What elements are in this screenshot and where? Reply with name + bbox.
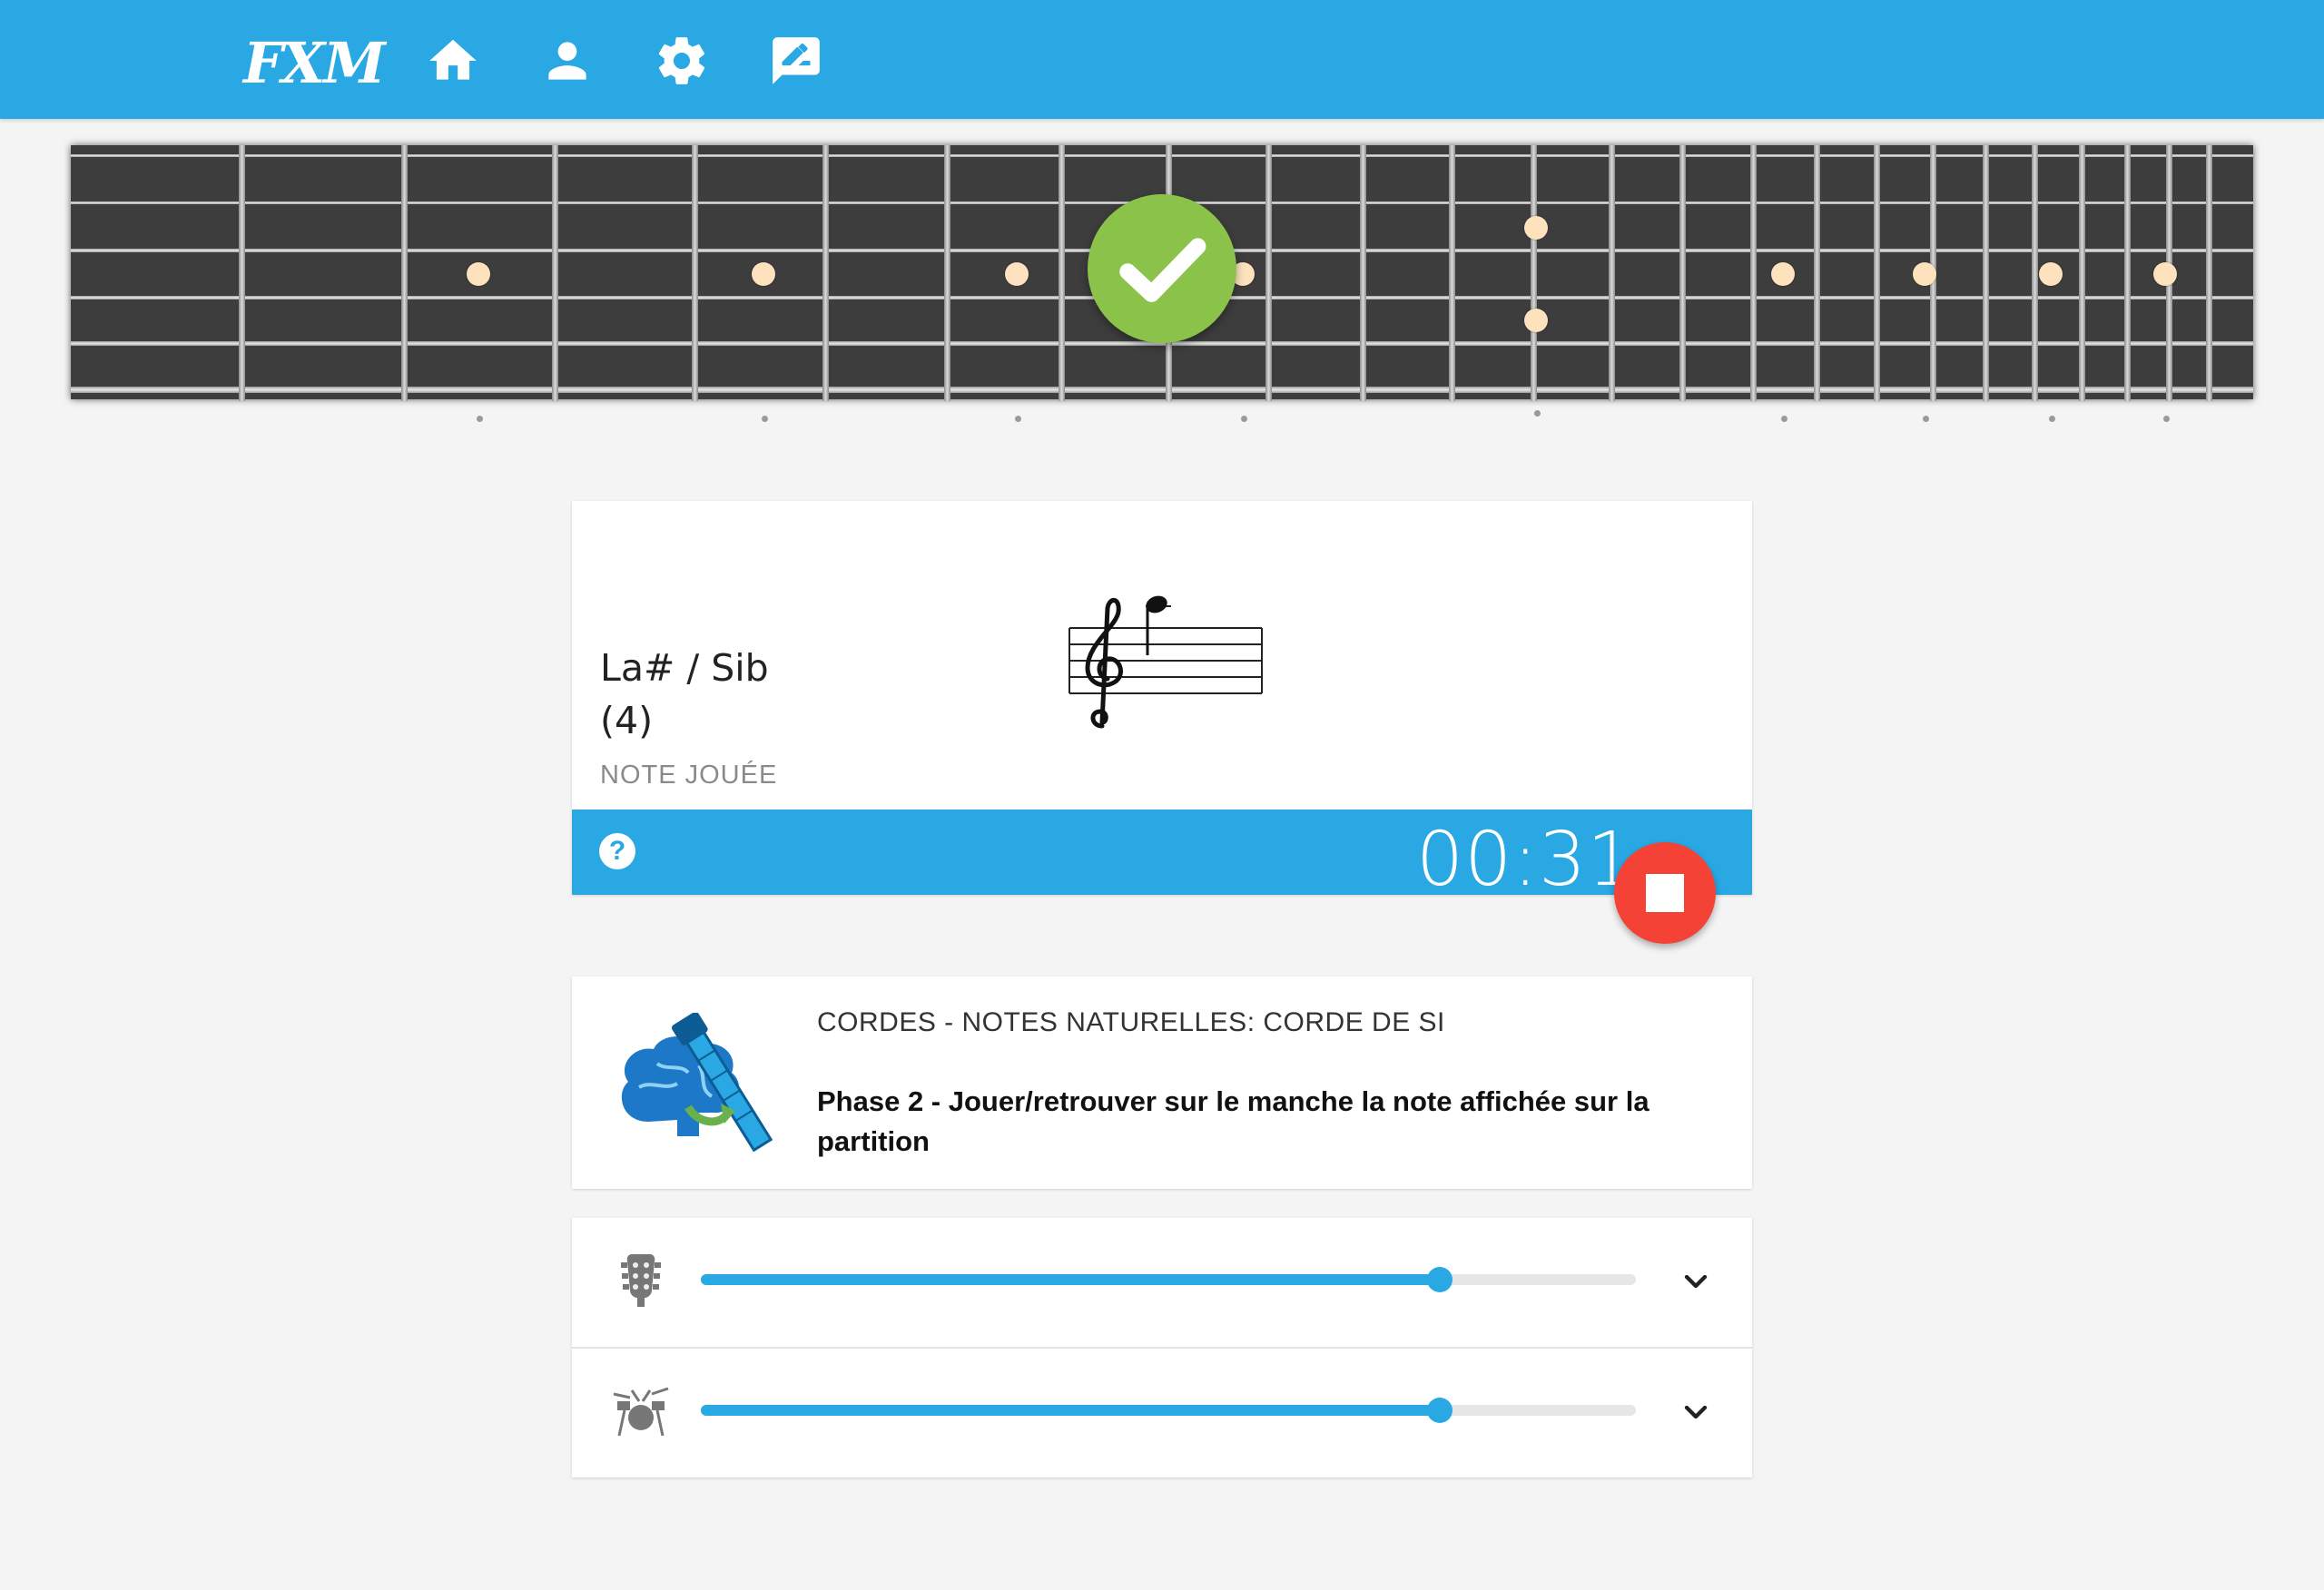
stop-icon: [1646, 874, 1684, 912]
fret: [239, 145, 245, 401]
fret: [944, 145, 950, 401]
fret-marker: [2153, 262, 2177, 286]
check-icon: [1088, 194, 1236, 343]
guitar-volume-slider[interactable]: [701, 1267, 1636, 1292]
note-card: La# / Sib (4) NOTE JOUÉE ? 00:31: [572, 501, 1752, 903]
fret: [1360, 145, 1366, 401]
fret: [1609, 145, 1615, 401]
fret-marker: [752, 262, 775, 286]
volume-card: [572, 1218, 1752, 1477]
string-6: [71, 387, 2253, 393]
fret-marker: [1913, 262, 1936, 286]
brain-guitar-icon: [621, 1013, 773, 1153]
fret: [1814, 145, 1820, 401]
fret: [2206, 145, 2212, 401]
fret: [1750, 145, 1757, 401]
treble-clef-staff: [1068, 595, 1263, 729]
help-icon[interactable]: ?: [599, 833, 635, 869]
fret: [692, 145, 698, 401]
fret: [2079, 145, 2085, 401]
side-marker: [1923, 416, 1929, 422]
side-marker: [477, 416, 483, 422]
exercise-title: CORDES - NOTES NATURELLES: CORDE DE SI: [817, 1007, 1445, 1037]
side-marker: [762, 416, 768, 422]
fret: [1059, 145, 1065, 401]
side-marker: [2049, 416, 2055, 422]
drum-kit-icon: [613, 1387, 669, 1437]
fret-marker: [467, 262, 490, 286]
note-caption: NOTE JOUÉE: [600, 761, 778, 790]
side-marker: [2163, 416, 2170, 422]
guitar-headstock-icon: [621, 1254, 661, 1307]
home-icon[interactable]: [425, 33, 481, 89]
fret: [552, 145, 558, 401]
fret: [1265, 145, 1272, 401]
slider-thumb[interactable]: [1426, 1267, 1452, 1292]
fret: [822, 145, 829, 401]
timer-bar: ? 00:31: [572, 810, 1752, 903]
fret-marker: [1524, 216, 1548, 240]
exercise-description: Phase 2 - Jouer/retrouver sur le manche …: [817, 1085, 1649, 1157]
drums-volume-slider[interactable]: [701, 1398, 1636, 1423]
guitar-volume-row: [572, 1218, 1752, 1349]
note-name: La# / Sib: [600, 646, 769, 690]
fret: [401, 145, 408, 401]
settings-icon[interactable]: [654, 33, 710, 89]
top-app-bar: FXM: [0, 0, 2324, 119]
side-marker: [1781, 416, 1787, 422]
account-icon[interactable]: [539, 33, 596, 89]
fret: [1679, 145, 1686, 401]
slider-fill: [701, 1405, 1440, 1416]
drums-volume-row: [572, 1349, 1752, 1477]
fret: [1531, 145, 1537, 401]
chevron-down-icon[interactable]: [1678, 1394, 1714, 1430]
fret: [2032, 145, 2038, 401]
side-marker: [1241, 416, 1247, 422]
fret: [1983, 145, 1989, 401]
chevron-down-icon[interactable]: [1678, 1263, 1714, 1300]
fret: [1449, 145, 1455, 401]
timer-display: 00:31: [1416, 817, 1636, 903]
string-1: [71, 154, 2253, 157]
app-logo[interactable]: FXM: [243, 27, 386, 100]
fret: [1874, 145, 1880, 401]
stop-button[interactable]: [1614, 842, 1716, 944]
side-marker: [1534, 410, 1541, 417]
exercise-card: CORDES - NOTES NATURELLES: CORDE DE SI P…: [572, 977, 1752, 1189]
fret-marker: [1771, 262, 1795, 286]
fret-marker: [1524, 309, 1548, 332]
feedback-icon[interactable]: [768, 33, 824, 89]
slider-thumb[interactable]: [1426, 1398, 1452, 1423]
fret: [2124, 145, 2131, 401]
fret-marker: [1005, 262, 1029, 286]
fret-marker: [2039, 262, 2063, 286]
side-marker: [1015, 416, 1021, 422]
note-octave: (4): [600, 699, 654, 742]
slider-fill: [701, 1274, 1440, 1285]
